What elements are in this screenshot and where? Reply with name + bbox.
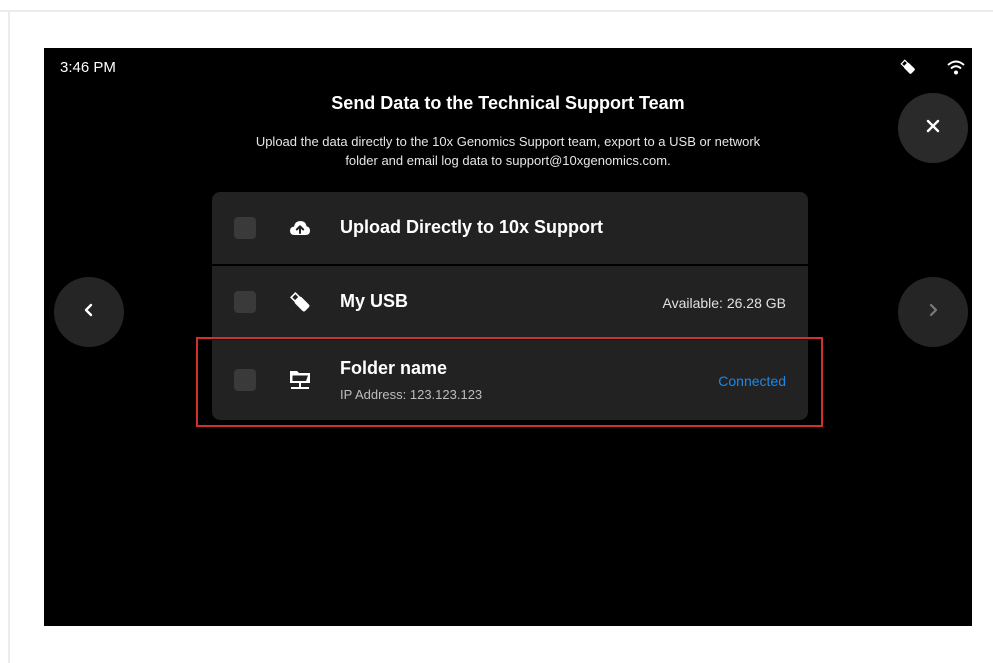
wifi-icon [947,60,965,76]
status-time: 3:46 PM [60,59,116,76]
usb-available-space: Available: 26.28 GB [662,295,787,311]
option-my-usb[interactable]: My USB Available: 26.28 GB [212,266,808,338]
option-upload-to-support[interactable]: Upload Directly to 10x Support [212,192,808,264]
frame-border-left [8,10,10,663]
usb-icon [288,290,312,314]
usb-icon [899,58,917,76]
frame-border-top [0,10,993,12]
option-checkbox[interactable] [234,217,256,239]
cloud-upload-icon [288,216,312,240]
option-checkbox[interactable] [234,291,256,313]
dialog-subtitle: Upload the data directly to the 10x Geno… [208,132,808,170]
dialog-subtitle-line-2: folder and email log data to support@10x… [345,153,671,168]
option-label: My USB [340,291,409,311]
chevron-right-icon [927,303,939,322]
close-icon [926,119,940,138]
previous-button[interactable] [54,277,124,347]
option-label: Upload Directly to 10x Support [340,217,604,237]
dialog-title: Send Data to the Technical Support Team [331,93,685,113]
next-button[interactable] [898,277,968,347]
dialog-subtitle-line-1: Upload the data directly to the 10x Geno… [255,134,761,149]
chevron-left-icon [83,303,95,322]
highlight-annotation-box [196,337,823,427]
